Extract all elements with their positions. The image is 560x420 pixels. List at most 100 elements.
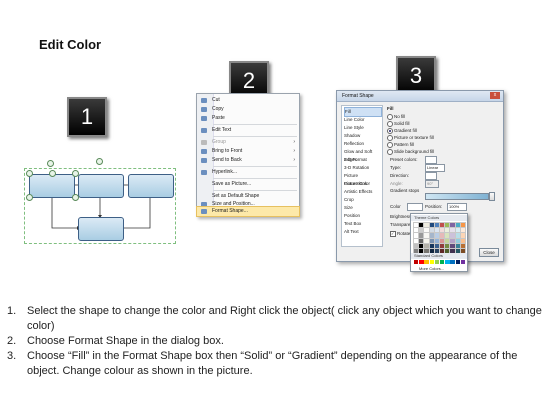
color-swatch[interactable]	[433, 242, 441, 250]
color-swatch[interactable]	[428, 232, 436, 239]
rotate-handle[interactable]	[96, 158, 103, 165]
radio-picture-fill[interactable]	[387, 135, 393, 141]
color-swatch[interactable]	[423, 242, 430, 250]
color-swatch[interactable]	[412, 237, 420, 245]
flow-box[interactable]	[128, 174, 174, 198]
color-swatch[interactable]	[412, 232, 420, 239]
color-swatch[interactable]	[459, 227, 467, 234]
color-swatch[interactable]	[454, 232, 461, 239]
category-text-box[interactable]: Text Box	[344, 220, 380, 228]
color-swatch[interactable]	[444, 237, 451, 245]
color-swatch[interactable]	[418, 242, 425, 250]
color-swatch[interactable]	[418, 232, 425, 239]
color-swatch[interactable]	[418, 221, 425, 229]
color-swatch[interactable]	[454, 237, 461, 245]
rotate-checkbox[interactable]: ✓	[390, 231, 396, 237]
resize-handle[interactable]	[49, 170, 56, 177]
angle-input[interactable]: 90°	[425, 180, 439, 188]
radio-solid-fill[interactable]	[387, 121, 393, 127]
gradient-stops-bar[interactable]	[425, 193, 489, 200]
color-swatch[interactable]	[433, 237, 441, 245]
color-swatch[interactable]	[423, 221, 430, 229]
menu-item-copy[interactable]: Copy	[197, 105, 299, 114]
color-swatch[interactable]	[449, 221, 456, 229]
color-swatch[interactable]	[418, 237, 425, 245]
color-swatch[interactable]	[412, 242, 420, 250]
color-swatch[interactable]	[438, 242, 446, 250]
color-swatch[interactable]	[433, 227, 441, 234]
flow-box[interactable]	[78, 217, 124, 241]
color-swatch[interactable]	[460, 260, 466, 265]
color-swatch[interactable]	[444, 227, 451, 234]
color-swatch[interactable]	[423, 227, 430, 234]
color-swatch[interactable]	[444, 232, 451, 239]
color-swatch[interactable]	[449, 237, 456, 245]
color-swatch[interactable]	[438, 232, 446, 239]
category-artistic-effects[interactable]: Artistic Effects	[344, 188, 380, 196]
color-swatch[interactable]	[455, 260, 460, 265]
category-glow[interactable]: Glow and Soft Edges	[344, 148, 380, 162]
radio-pattern-fill[interactable]	[387, 142, 393, 148]
menu-item-format-shape[interactable]: Format Shape...	[196, 206, 300, 217]
position-input[interactable]: 100%	[447, 203, 467, 211]
category-crop[interactable]: Crop	[344, 196, 380, 204]
menu-item-edit-text[interactable]: Edit Text	[197, 126, 299, 135]
menu-item-hyperlink[interactable]: Hyperlink...	[197, 168, 299, 177]
menu-item-save-as-picture[interactable]: Save as Picture...	[197, 180, 299, 189]
color-dropdown[interactable]	[407, 203, 423, 211]
category-line-style[interactable]: Line Style	[344, 124, 380, 132]
menu-item-paste[interactable]: Paste	[197, 114, 299, 123]
color-swatch[interactable]	[424, 260, 429, 265]
resize-handle[interactable]	[26, 194, 33, 201]
radio-no-fill[interactable]	[387, 114, 393, 120]
color-swatch[interactable]	[459, 237, 467, 245]
color-swatch[interactable]	[454, 221, 461, 229]
type-dropdown[interactable]: Linear	[425, 164, 445, 172]
color-swatch[interactable]	[459, 232, 467, 239]
direction-dropdown[interactable]	[425, 172, 437, 180]
flow-box[interactable]	[78, 174, 124, 198]
menu-item-bring-to-front[interactable]: Bring to Front ›	[197, 147, 299, 156]
color-swatch[interactable]	[419, 260, 424, 265]
menu-item-cut[interactable]: Cut	[197, 96, 299, 105]
color-swatch[interactable]	[428, 221, 436, 229]
category-shadow[interactable]: Shadow	[344, 132, 380, 140]
category-picture-color[interactable]: Picture Color	[344, 180, 380, 188]
category-line-color[interactable]: Line Color	[344, 116, 380, 124]
color-swatch[interactable]	[414, 260, 419, 265]
close-icon[interactable]: x	[490, 92, 500, 99]
category-reflection[interactable]: Reflection	[344, 140, 380, 148]
color-swatch[interactable]	[444, 242, 451, 250]
color-swatch[interactable]	[429, 260, 434, 265]
color-swatch[interactable]	[444, 221, 451, 229]
color-swatch[interactable]	[454, 227, 461, 234]
menu-item-send-to-back[interactable]: Send to Back ›	[197, 156, 299, 165]
menu-item-group[interactable]: Group ›	[197, 138, 299, 147]
color-swatch[interactable]	[439, 260, 445, 265]
color-swatch[interactable]	[438, 227, 446, 234]
radio-gradient-fill[interactable]	[387, 128, 393, 134]
flow-box-selected[interactable]	[29, 174, 75, 198]
color-swatch[interactable]	[445, 260, 450, 265]
color-swatch[interactable]	[433, 232, 441, 239]
color-swatch[interactable]	[423, 232, 430, 239]
add-stop-button[interactable]	[489, 192, 495, 201]
color-swatch[interactable]	[428, 237, 436, 245]
resize-handle[interactable]	[26, 170, 33, 177]
category-3d-rotation[interactable]: 3-D Rotation	[344, 164, 380, 172]
color-swatch[interactable]	[412, 227, 420, 234]
color-swatch[interactable]	[459, 221, 467, 229]
color-swatch[interactable]	[433, 221, 441, 229]
color-swatch[interactable]	[454, 242, 461, 250]
resize-handle[interactable]	[72, 194, 79, 201]
close-button[interactable]: Close	[479, 248, 499, 257]
color-swatch[interactable]	[449, 227, 456, 234]
category-position[interactable]: Position	[344, 212, 380, 220]
color-swatch[interactable]	[428, 227, 436, 234]
resize-handle[interactable]	[72, 170, 79, 177]
color-swatch[interactable]	[412, 221, 420, 229]
radio-slide-background-fill[interactable]	[387, 149, 393, 155]
color-swatch[interactable]	[423, 237, 430, 245]
color-swatch[interactable]	[434, 260, 440, 265]
color-swatch[interactable]	[438, 237, 446, 245]
